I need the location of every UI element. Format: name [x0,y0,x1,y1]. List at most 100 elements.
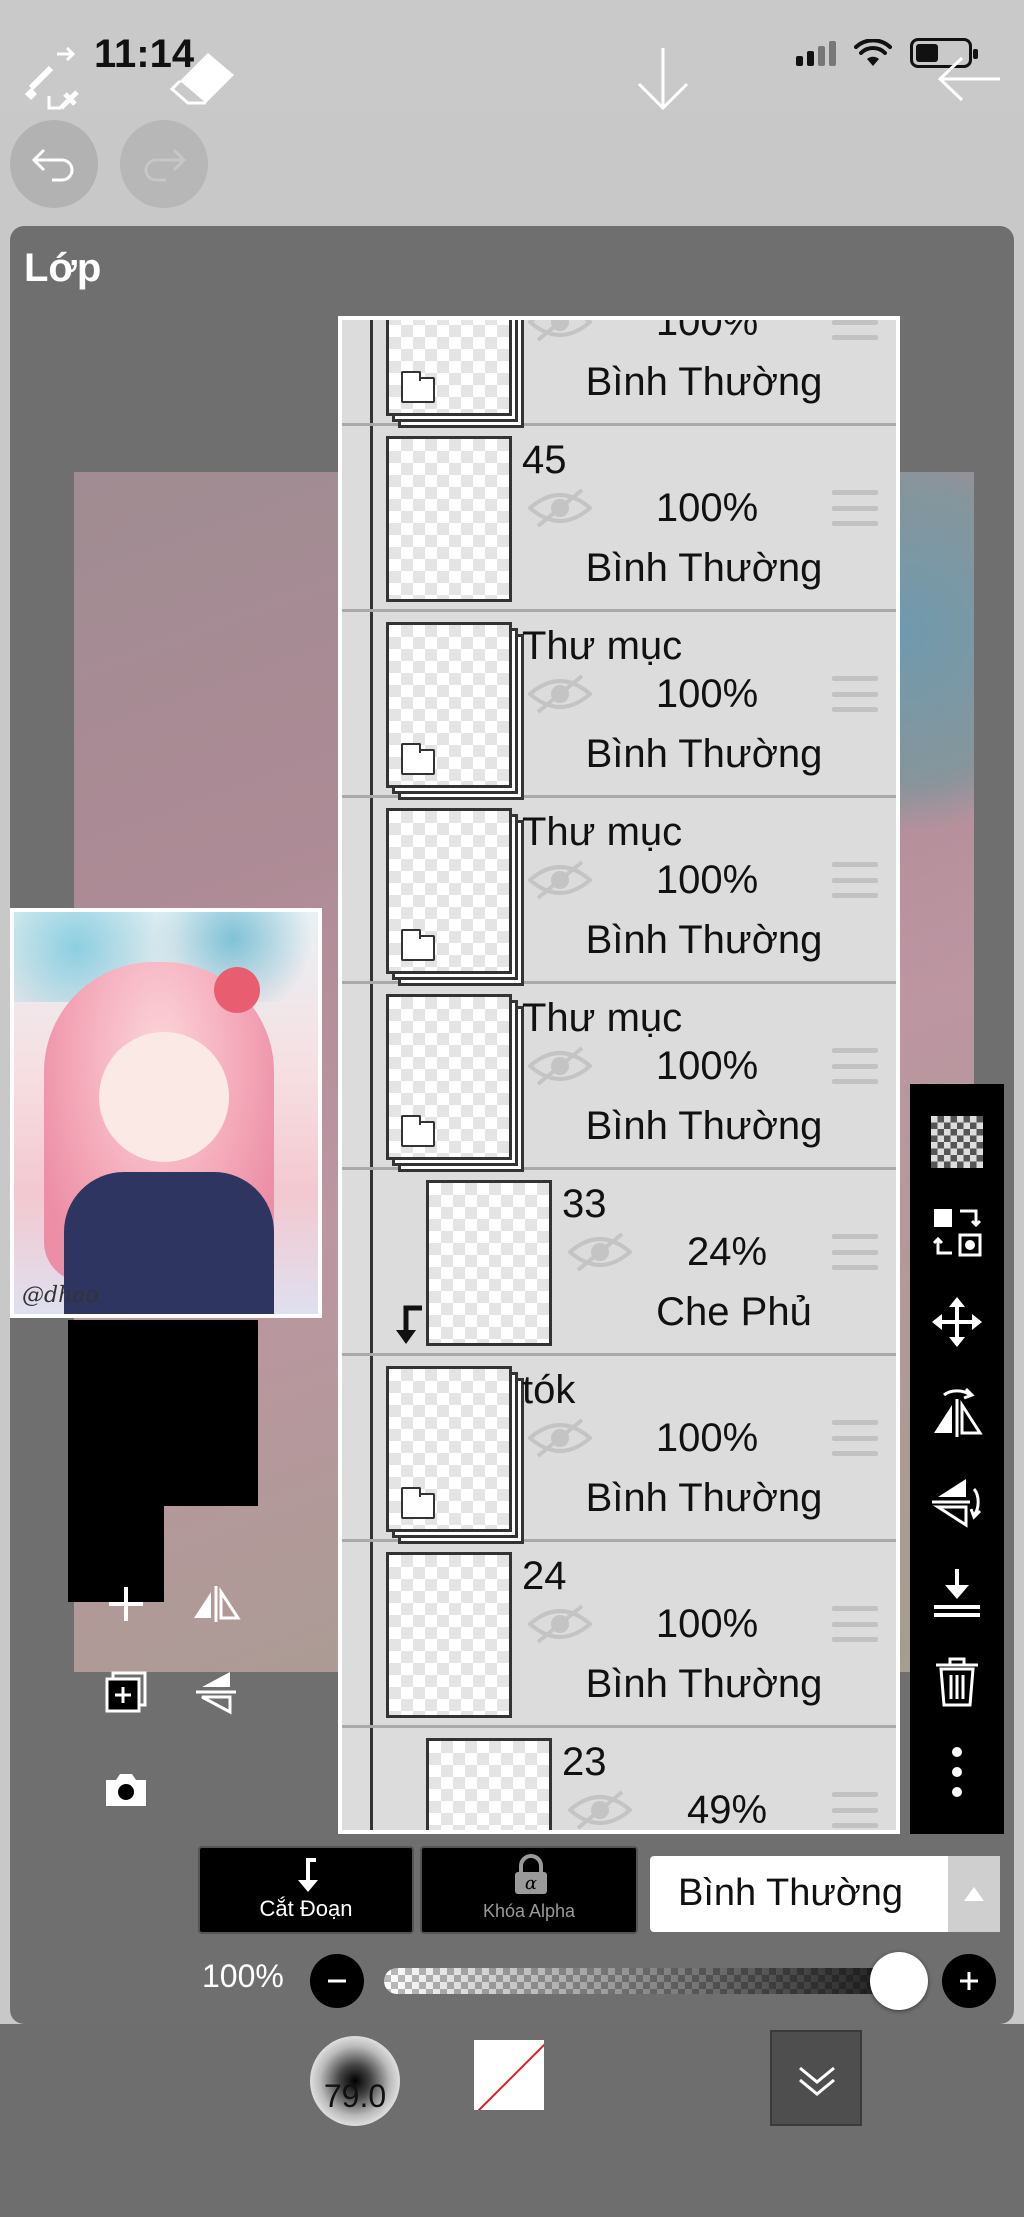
color-swatch[interactable] [474,2040,544,2110]
layer-row[interactable]: Thư mục 100% Bình Thường [342,984,896,1170]
drag-handle-icon[interactable] [832,862,878,898]
flip-vertical-rotate-button[interactable] [910,1472,1004,1532]
visibility-eye-icon[interactable] [528,1418,592,1458]
layer-row[interactable]: 24 100% Bình Thường [342,1542,896,1728]
visibility-eye-icon[interactable] [528,1046,592,1086]
layer-panel-button[interactable] [770,2030,862,2126]
move-down-button[interactable] [630,24,696,134]
drag-handle-icon[interactable] [832,320,878,340]
duplicate-icon [105,1671,147,1713]
duplicate-layer-button[interactable] [96,1662,156,1722]
layer-blend-mode: Bình Thường [585,1104,823,1148]
layer-thumbnail[interactable] [386,436,512,602]
status-bar: 11:14 [0,0,1024,110]
transparent-bg-button[interactable] [910,1112,1004,1172]
layer-tools-pad [68,1320,258,1506]
flip-horizontal-rotate-icon [934,1387,983,1437]
folder-thumbnail[interactable] [386,808,512,974]
layers-chevron-icon [799,2066,835,2096]
folder-thumbnail[interactable] [386,994,512,1160]
blend-mode-arrow[interactable] [948,1856,1000,1932]
folder-thumbnail[interactable] [386,1366,512,1532]
drag-handle-icon[interactable] [832,490,878,526]
add-layer-button[interactable] [96,1574,156,1634]
visibility-eye-icon[interactable] [528,316,592,342]
eraser-icon [169,53,234,105]
flip-vertical-rotate-icon [932,1479,982,1528]
visibility-eye-icon[interactable] [568,1232,632,1272]
layer-thumbnail[interactable] [386,1552,512,1718]
flip-horizontal-icon [194,1586,241,1622]
layer-row[interactable]: Thư mục 100% Bình Thường [342,612,896,798]
folder-icon [401,1115,435,1147]
alpha-lock-button[interactable]: α Khóa Alpha [420,1846,638,1934]
visibility-eye-icon[interactable] [528,488,592,528]
visibility-eye-icon[interactable] [528,674,592,714]
clipping-button[interactable]: Cắt Đoạn [198,1846,414,1934]
flip-horizontal-button[interactable] [910,1382,1004,1442]
folder-thumbnail[interactable] [386,622,512,788]
move-layer-content-button[interactable] [910,1202,1004,1262]
merge-down-button[interactable] [910,1562,1004,1622]
camera-icon [106,1774,146,1806]
layer-thumbnail[interactable] [426,1180,552,1346]
visibility-eye-icon[interactable] [528,860,592,900]
clipping-label: Cắt Đoạn [259,1896,353,1921]
layer-name: Thư mục [522,624,683,668]
layer-name: Thư mục [522,810,683,854]
layer-thumbnail[interactable] [426,1738,552,1830]
plus-icon [109,1587,143,1621]
opacity-slider-track[interactable] [384,1968,904,1994]
drag-handle-icon[interactable] [832,676,878,712]
layer-opacity: 100% [655,672,759,716]
tool-select-button[interactable] [18,24,94,134]
layer-row[interactable]: 100% Bình Thường [342,316,896,426]
opacity-increase-button[interactable] [942,1954,996,2008]
drag-handle-icon[interactable] [832,1606,878,1642]
layer-list[interactable]: 100% Bình Thường 45 100% Bình Thường Thư mục 1… [338,316,900,1834]
layer-row[interactable]: tók 100% Bình Thường [342,1356,896,1542]
folder-icon [401,1487,435,1519]
layer-row[interactable]: 23 49% [342,1728,896,1830]
back-button[interactable] [932,24,1006,134]
layer-blend-mode: Bình Thường [585,732,823,776]
flip-layer-button[interactable] [186,1574,246,1634]
drag-handle-icon[interactable] [832,1048,878,1084]
triangle-up-icon [964,1887,984,1901]
lock-icon: α [515,1854,547,1894]
flip-vertical-icon [196,1672,236,1715]
layer-right-toolbar [910,1084,1004,1834]
more-options-button[interactable] [910,1742,1004,1802]
layer-blend-mode: Bình Thường [585,1662,823,1706]
drag-handle-icon[interactable] [832,1792,878,1828]
delete-layer-button[interactable] [910,1652,1004,1712]
undo-icon [31,148,74,182]
drag-handle-icon[interactable] [832,1234,878,1270]
alpha-lock-label: Khóa Alpha [482,1901,576,1921]
layer-name: Thư mục [522,996,683,1040]
brush-size-value: 79.0 [323,2077,387,2114]
folder-icon [401,929,435,961]
layer-row[interactable]: 33 24% Che Phủ [342,1170,896,1356]
layer-name: 23 [562,1740,607,1784]
brush-size-button[interactable]: 79.0 [310,2036,400,2126]
eraser-button[interactable] [168,24,238,134]
layer-opacity: 100% [655,858,759,902]
svg-text:α: α [525,1873,537,1894]
blend-mode-select[interactable]: Bình Thường [650,1856,1000,1932]
drag-handle-icon[interactable] [832,1420,878,1456]
clipping-indicator-icon [396,1305,422,1344]
layer-opacity: 100% [655,1044,759,1088]
layer-row[interactable]: 45 100% Bình Thường [342,426,896,612]
layer-row[interactable]: Thư mục 100% Bình Thường [342,798,896,984]
opacity-slider-knob[interactable] [870,1952,928,2010]
move-tool-button[interactable] [910,1292,1004,1352]
layer-opacity: 24% [686,1230,768,1274]
folder-thumbnail[interactable] [386,320,512,416]
import-photo-button[interactable] [96,1760,156,1820]
opacity-decrease-button[interactable] [310,1954,364,2008]
visibility-eye-icon[interactable] [528,1604,592,1644]
flip-vertical-button[interactable] [186,1662,246,1722]
canvas-preview[interactable]: @dhao [10,908,322,1318]
visibility-eye-icon[interactable] [568,1790,632,1830]
